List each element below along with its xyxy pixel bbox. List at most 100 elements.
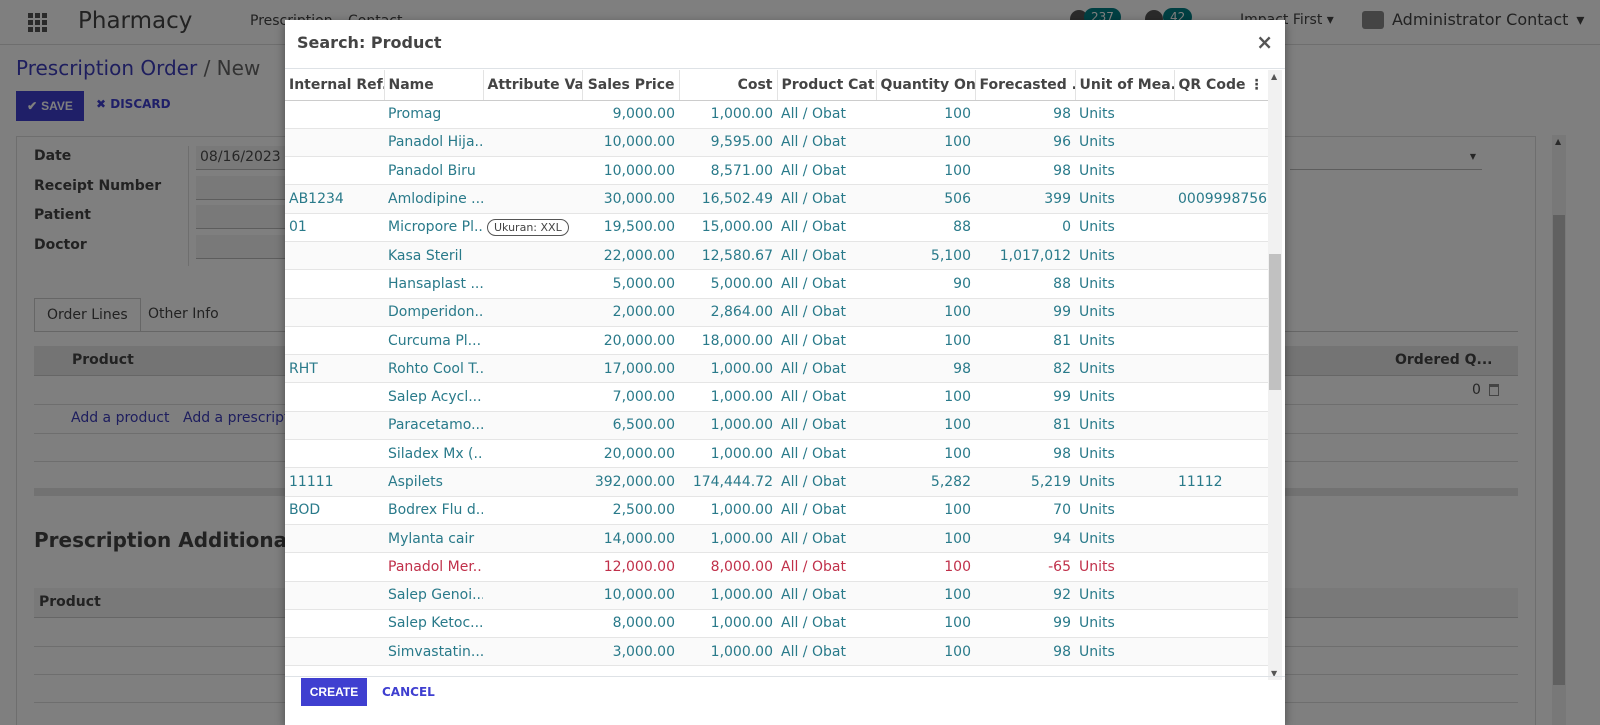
table-row[interactable]: Kasa Steril 22,000.00 12,580.67 All / Obat 5…	[285, 241, 1268, 271]
table-row[interactable]: BOD Bodrex Flu d... 2,500.00 1,000.00 All / …	[285, 496, 1268, 525]
cell-product-category: All / Obat	[777, 496, 876, 525]
cell-sales-price: 6,500.00	[582, 411, 679, 441]
cell-cost: 174,444.72	[679, 467, 777, 497]
cell-qr-code	[1174, 354, 1268, 384]
col-quantity-on-hand[interactable]: Quantity On...	[876, 70, 976, 101]
table-row[interactable]: Domperidon... 2,000.00 2,864.00 All / Obat 1…	[285, 298, 1268, 327]
table-row[interactable]: Hansaplast ... 5,000.00 5,000.00 All / Obat…	[285, 269, 1268, 299]
dialog-scrollbar[interactable]: ▲ ▼	[1268, 70, 1282, 680]
cell-internal-ref: BOD	[285, 496, 384, 525]
cell-qr-code	[1174, 609, 1268, 639]
table-row[interactable]: Panadol Mer... 12,000.00 8,000.00 All / Oba…	[285, 552, 1268, 582]
cell-internal-ref: RHT	[285, 354, 384, 384]
cell-forecasted: 98	[975, 100, 1075, 129]
col-forecasted[interactable]: Forecasted ...	[975, 70, 1076, 101]
cell-forecasted: 88	[975, 269, 1075, 299]
cell-internal-ref	[285, 411, 384, 441]
cell-name: Curcuma Pl...	[384, 326, 483, 356]
cancel-button[interactable]: CANCEL	[382, 685, 435, 699]
cell-name: Domperidon...	[384, 298, 483, 327]
col-unit-of-measure[interactable]: Unit of Mea...	[1075, 70, 1175, 101]
col-qr-code-label: QR Code	[1178, 76, 1246, 93]
cell-cost: 1,000.00	[679, 439, 777, 469]
cell-cost: 1,000.00	[679, 609, 777, 639]
cell-attribute-values	[483, 637, 582, 667]
cell-forecasted: 94	[975, 524, 1075, 554]
cell-internal-ref	[285, 269, 384, 299]
table-row[interactable]: Salep Genoi... 10,000.00 1,000.00 All / Oba…	[285, 581, 1268, 610]
cell-name: Panadol Mer...	[384, 552, 483, 582]
table-row[interactable]: Salep Acycl... 7,000.00 1,000.00 All / Obat…	[285, 382, 1268, 412]
table-row[interactable]: Mylanta cair 14,000.00 1,000.00 All / Obat 1…	[285, 524, 1268, 554]
cell-product-category: All / Obat	[777, 524, 876, 554]
table-row[interactable]: Salep Ketoc... 8,000.00 1,000.00 All / Obat…	[285, 609, 1268, 639]
col-qr-code[interactable]: QR Code ⋮	[1174, 70, 1268, 101]
cell-attribute-values	[483, 467, 582, 497]
column-options-icon[interactable]: ⋮	[1250, 77, 1264, 93]
cell-qr-code	[1174, 581, 1268, 610]
table-row[interactable]: Paracetamo... 6,500.00 1,000.00 All / Obat 1…	[285, 411, 1268, 441]
cell-unit-of-measure: Units	[1075, 382, 1174, 412]
cell-quantity-on-hand: 5,282	[876, 467, 975, 497]
product-table-body: Promag 9,000.00 1,000.00 All / Obat 100 98 Uni…	[285, 100, 1268, 667]
col-cost[interactable]: Cost	[679, 70, 778, 101]
search-product-dialog: Search: Product × Internal Ref... Name A…	[285, 20, 1285, 725]
cell-product-category: All / Obat	[777, 439, 876, 469]
cell-unit-of-measure: Units	[1075, 156, 1174, 186]
cell-internal-ref: 11111	[285, 467, 384, 497]
cell-forecasted: 98	[975, 439, 1075, 469]
cell-cost: 1,000.00	[679, 100, 777, 129]
table-row[interactable]: 11111 Aspilets 392,000.00 174,444.72 All / O…	[285, 467, 1268, 497]
table-row[interactable]: AB1234 Amlodipine ... 30,000.00 16,502.49 Al…	[285, 184, 1268, 214]
cell-cost: 1,000.00	[679, 382, 777, 412]
cell-quantity-on-hand: 100	[876, 411, 975, 441]
dialog-scrollbar-thumb[interactable]	[1269, 254, 1281, 390]
table-row[interactable]: 01 Micropore Pl... Ukuran: XXL 19,500.00 15,…	[285, 213, 1268, 242]
attribute-tag: Ukuran: XXL	[487, 218, 569, 236]
cell-name: Salep Ketoc...	[384, 609, 483, 639]
cell-qr-code	[1174, 156, 1268, 186]
cell-forecasted: 0	[975, 213, 1075, 242]
table-row[interactable]: Siladex Mx (... 20,000.00 1,000.00 All / Ob…	[285, 439, 1268, 469]
cell-internal-ref	[285, 552, 384, 582]
cell-unit-of-measure: Units	[1075, 467, 1174, 497]
table-row[interactable]: Simvastatin... 3,000.00 1,000.00 All / Obat…	[285, 637, 1268, 667]
table-row[interactable]: Panadol Hija... 10,000.00 9,595.00 All / Ob…	[285, 128, 1268, 158]
cell-attribute-values	[483, 100, 582, 129]
cell-forecasted: 92	[975, 581, 1075, 610]
cell-product-category: All / Obat	[777, 100, 876, 129]
cell-name: Aspilets	[384, 467, 483, 497]
cell-forecasted: 99	[975, 609, 1075, 639]
cell-internal-ref	[285, 156, 384, 186]
cell-forecasted: 5,219	[975, 467, 1075, 497]
cell-forecasted: -65	[975, 552, 1075, 582]
cell-unit-of-measure: Units	[1075, 411, 1174, 441]
cell-sales-price: 22,000.00	[582, 241, 679, 271]
cell-sales-price: 3,000.00	[582, 637, 679, 667]
close-icon[interactable]: ×	[1256, 30, 1273, 54]
product-table: Internal Ref... Name Attribute Va... Sal…	[285, 70, 1268, 667]
table-row[interactable]: Promag 9,000.00 1,000.00 All / Obat 100 98 Uni…	[285, 100, 1268, 129]
col-name[interactable]: Name	[384, 70, 484, 101]
table-row[interactable]: Curcuma Pl... 20,000.00 18,000.00 All / Oba…	[285, 326, 1268, 356]
cell-sales-price: 10,000.00	[582, 128, 679, 158]
cell-qr-code	[1174, 298, 1268, 327]
cell-product-category: All / Obat	[777, 581, 876, 610]
scroll-up-icon[interactable]: ▲	[1271, 72, 1277, 81]
cell-product-category: All / Obat	[777, 326, 876, 356]
create-button[interactable]: CREATE	[301, 678, 367, 706]
cell-forecasted: 98	[975, 156, 1075, 186]
cell-internal-ref	[285, 382, 384, 412]
table-row[interactable]: Panadol Biru 10,000.00 8,571.00 All / Obat 1…	[285, 156, 1268, 186]
cell-qr-code	[1174, 382, 1268, 412]
cell-internal-ref	[285, 609, 384, 639]
cell-attribute-values	[483, 496, 582, 525]
col-internal-ref[interactable]: Internal Ref...	[285, 70, 385, 101]
table-row[interactable]: RHT Rohto Cool T... 17,000.00 1,000.00 All /…	[285, 354, 1268, 384]
col-attribute-values[interactable]: Attribute Va...	[483, 70, 583, 101]
col-product-category[interactable]: Product Cat...	[777, 70, 877, 101]
col-sales-price[interactable]: Sales Price	[582, 70, 680, 101]
cell-unit-of-measure: Units	[1075, 213, 1174, 242]
cell-unit-of-measure: Units	[1075, 637, 1174, 667]
cell-product-category: All / Obat	[777, 213, 876, 242]
